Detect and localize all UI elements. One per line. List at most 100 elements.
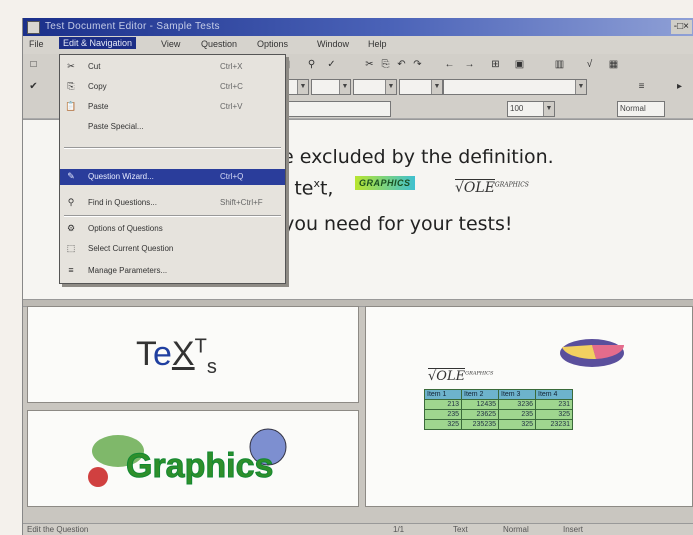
menu-file[interactable]: File — [29, 39, 44, 49]
table-header-cell: Item 1 — [424, 389, 462, 400]
menu-separator — [64, 215, 281, 217]
table-header-cell: Item 4 — [535, 389, 573, 400]
chevron-down-icon: ▼ — [297, 80, 308, 94]
select-icon: ⬚ — [66, 243, 76, 253]
texts-wordart: TeXTs — [136, 335, 217, 378]
align-icon[interactable]: ≡ — [635, 80, 648, 93]
menu-item-paste[interactable]: 📋 Paste Ctrl+V — [60, 99, 285, 115]
edit-navigation-menu: ✂ Cut Ctrl+X ⎘ Copy Ctrl+C 📋 Paste Ctrl+… — [59, 54, 286, 284]
spacing-combo[interactable]: ▼ — [353, 79, 397, 95]
panel-ole-formula: √OLEGRAPHICS — [428, 368, 494, 384]
graphics-illustration: Graphics — [88, 428, 287, 487]
table-icon[interactable]: ⊞ — [489, 58, 502, 71]
table-cell: 23231 — [535, 419, 573, 430]
chevron-down-icon: ▼ — [543, 102, 554, 116]
status-bar: Edit the Question 1/1 Text Normal Insert — [23, 523, 693, 535]
status-message: Edit the Question — [27, 525, 89, 534]
paste-icon: 📋 — [65, 101, 77, 111]
check-icon[interactable]: ✔ — [27, 80, 40, 93]
status-page: 1/1 — [393, 525, 405, 534]
new-icon[interactable]: □ — [27, 58, 40, 71]
menu-view[interactable]: View — [161, 39, 180, 49]
menu-item-copy[interactable]: ⎘ Copy Ctrl+C — [60, 79, 285, 95]
table-header-row: Item 1 Item 2 Item 3 Item 4 — [424, 389, 573, 400]
find-icon: ⚲ — [67, 197, 75, 207]
chart-icon[interactable]: ▥ — [553, 58, 566, 71]
forward-icon[interactable]: → — [463, 58, 476, 71]
menu-item-manage-parameters[interactable]: ≡ Manage Parameters... — [60, 263, 285, 279]
table-cell: 3236 — [498, 399, 536, 410]
cut-icon: ✂ — [67, 61, 75, 71]
cut-tool-icon[interactable]: ✂ — [363, 58, 376, 71]
data-table[interactable]: Item 1 Item 2 Item 3 Item 4 213 12435 32… — [424, 389, 573, 430]
texts-panel[interactable]: TeXTs — [27, 306, 359, 403]
window-controls[interactable]: -□× — [670, 20, 692, 34]
slide-line-3: g you need for your tests! — [265, 213, 513, 235]
window-title: Test Document Editor - Sample Tests — [45, 21, 220, 32]
menu-item-question-wizard[interactable]: ✎ Question Wizard... Ctrl+Q — [60, 169, 285, 185]
question-wizard-icon: ✎ — [67, 171, 75, 181]
undo-icon[interactable]: ↶ — [395, 58, 408, 71]
menu-edit-navigation[interactable]: Edit & Navigation — [59, 37, 137, 49]
manage-icon: ≡ — [68, 265, 74, 275]
table-cell: 235 — [498, 409, 536, 420]
table-cell: 235235 — [461, 419, 499, 430]
graphics-logo: GRAPHICS — [355, 176, 415, 190]
zoom-combo[interactable]: 100 ▼ — [507, 101, 555, 117]
menu-help[interactable]: Help — [368, 39, 387, 49]
menu-options[interactable]: Options — [257, 39, 288, 49]
table-cell: 213 — [424, 399, 462, 410]
status-insert: Insert — [563, 525, 584, 534]
copy-icon: ⎘ — [67, 81, 75, 91]
menu-bar: File Edit & Navigation View Question Opt… — [23, 36, 693, 54]
menu-item-paste-special[interactable]: Paste Special... — [60, 119, 285, 135]
frame-icon[interactable]: ▣ — [513, 58, 526, 71]
chevron-down-icon: ▼ — [575, 80, 586, 94]
option-icon: ⚙ — [66, 223, 76, 233]
table-cell: 231 — [535, 399, 573, 410]
paragraph-combo[interactable]: ▼ — [443, 79, 587, 95]
table-row: 325 235235 325 23231 — [424, 419, 573, 430]
paste-special-icon — [65, 121, 77, 132]
copy-tool-icon[interactable]: ⎘ — [379, 58, 392, 71]
preview-icon[interactable]: ⚲ — [305, 58, 318, 71]
menu-item-find[interactable]: ⚲ Find in Questions... Shift+Ctrl+F — [60, 195, 285, 211]
app-window: Test Document Editor - Sample Tests -□× … — [22, 18, 693, 535]
chevron-down-icon: ▼ — [385, 80, 396, 94]
chevron-down-icon: ▼ — [431, 80, 442, 94]
indent-combo[interactable]: ▼ — [399, 79, 443, 95]
back-icon[interactable]: ← — [443, 58, 456, 71]
graphics-wordart: Graphics — [126, 447, 273, 485]
table-cell: 12435 — [461, 399, 499, 410]
menu-item-options[interactable]: ⚙ Options of Questions — [60, 221, 285, 237]
table-cell: 325 — [424, 419, 462, 430]
graphics-panel[interactable]: Graphics — [27, 410, 359, 507]
scroll-right-icon[interactable]: ▸ — [673, 80, 686, 93]
chart-panel[interactable]: √OLEGRAPHICS Item 1 Item 2 Item 3 Item 4… — [365, 306, 693, 507]
menu-item-select-question[interactable]: ⬚ Select Current Question — [60, 241, 285, 257]
table-cell: 325 — [498, 419, 536, 430]
menu-item-cut[interactable]: ✂ Cut Ctrl+X — [60, 59, 285, 75]
table-cell: 23625 — [461, 409, 499, 420]
slide-line-1: are excluded by the definition. — [263, 146, 554, 168]
table-row: 213 12435 3236 231 — [424, 399, 573, 410]
spell-icon[interactable]: ✓ — [325, 58, 338, 71]
formula-icon[interactable]: √ — [583, 58, 596, 71]
table-header-cell: Item 2 — [461, 389, 499, 400]
redo-icon[interactable]: ↷ — [411, 58, 424, 71]
menu-question[interactable]: Question — [201, 39, 237, 49]
table-cell: 325 — [535, 409, 573, 420]
style-combo[interactable]: Normal — [617, 101, 665, 117]
image-icon[interactable]: ▦ — [607, 58, 620, 71]
ole-formula: √OLEGRAPHICS — [455, 179, 529, 196]
size-combo[interactable]: ▼ — [311, 79, 351, 95]
status-style: Normal — [503, 525, 529, 534]
status-mode: Text — [453, 525, 468, 534]
table-cell: 235 — [424, 409, 462, 420]
app-icon — [27, 21, 40, 34]
chevron-down-icon: ▼ — [339, 80, 350, 94]
menu-window[interactable]: Window — [317, 39, 349, 49]
title-bar: Test Document Editor - Sample Tests -□× — [23, 18, 693, 36]
menu-separator — [64, 147, 281, 149]
table-row: 235 23625 235 325 — [424, 409, 573, 420]
